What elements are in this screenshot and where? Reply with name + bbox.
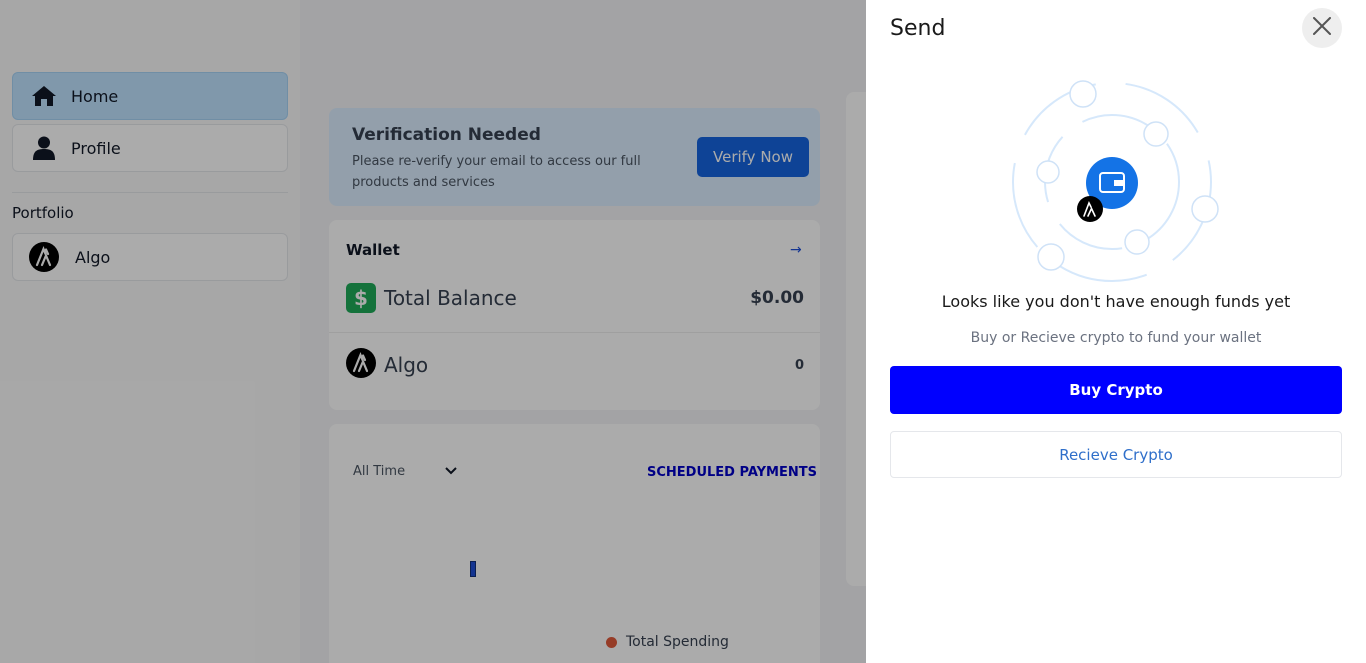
buy-crypto-button[interactable]: Buy Crypto [890, 366, 1342, 414]
drawer-title: Send [890, 16, 946, 41]
receive-crypto-button[interactable]: Recieve Crypto [890, 431, 1342, 478]
empty-wallet-illustration [996, 72, 1236, 292]
modal-backdrop[interactable] [0, 0, 866, 663]
empty-state-subtitle: Buy or Recieve crypto to fund your walle… [970, 330, 1262, 346]
send-drawer: Send Looks like you don't have enough fu… [866, 0, 1366, 663]
empty-state-title: Looks like you don't have enough funds y… [941, 292, 1291, 311]
close-icon [1313, 17, 1331, 39]
close-button[interactable] [1302, 8, 1342, 48]
